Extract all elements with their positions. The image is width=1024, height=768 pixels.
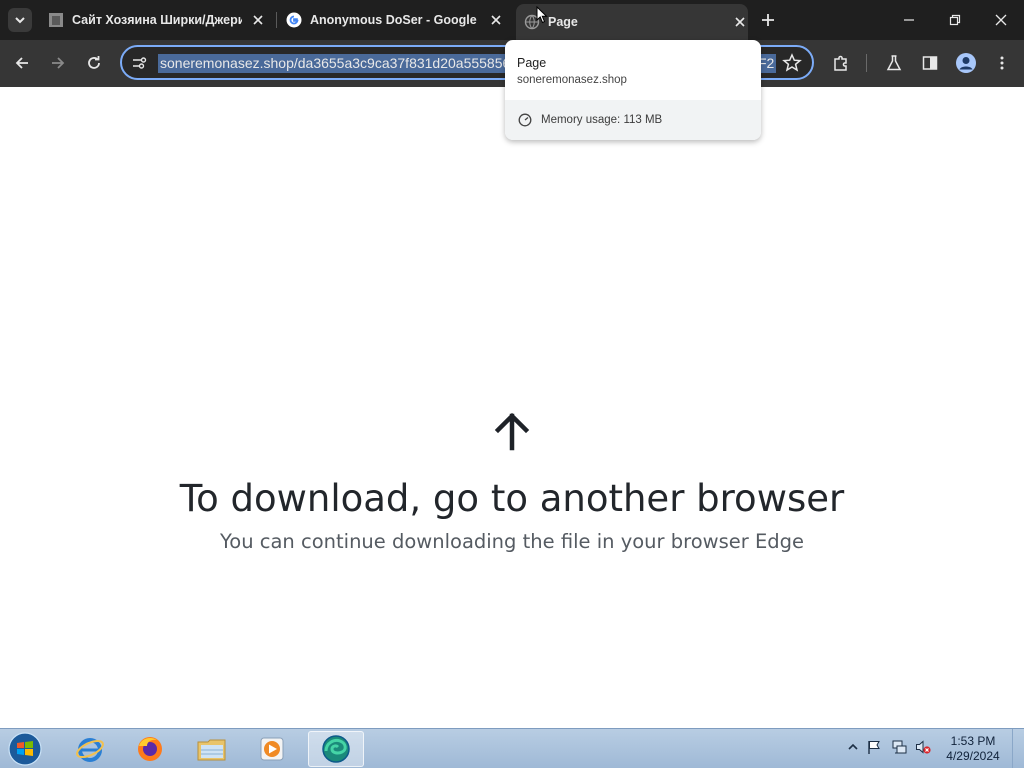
memory-usage-text: Memory usage: 113 MB xyxy=(541,114,663,126)
media-player-icon xyxy=(260,737,284,761)
hover-card-domain: soneremonasez.shop xyxy=(517,74,627,86)
reload-button[interactable] xyxy=(81,50,107,76)
taskbar-edge-active[interactable] xyxy=(308,731,364,767)
reload-icon xyxy=(88,56,100,69)
tab-title: Page xyxy=(548,15,578,29)
extensions-button[interactable] xyxy=(828,50,854,76)
side-panel-button[interactable] xyxy=(917,50,943,76)
windows-start-icon xyxy=(8,732,42,766)
flask-icon xyxy=(886,55,902,71)
memory-gauge-icon xyxy=(518,113,532,127)
avatar-icon xyxy=(956,53,976,73)
tab-hover-card: Page soneremonasez.shop Memory usage: 11… xyxy=(505,40,761,140)
clock-date: 4/29/2024 xyxy=(946,749,1000,763)
new-tab-button[interactable] xyxy=(758,10,778,30)
chevron-down-icon xyxy=(15,17,25,24)
mouse-cursor-icon xyxy=(536,6,548,24)
plus-icon xyxy=(762,14,774,26)
menu-button[interactable] xyxy=(989,50,1015,76)
page-headline: To download, go to another browser xyxy=(179,477,845,520)
labs-button[interactable] xyxy=(881,50,907,76)
page-icon xyxy=(49,13,63,27)
tab-strip: Сайт Хозяина Ширки/Джери Anonymous DoSer… xyxy=(0,0,1024,40)
profile-button[interactable] xyxy=(953,50,979,76)
firefox-icon xyxy=(138,737,162,761)
action-center-flag-icon[interactable] xyxy=(866,739,882,755)
hover-card-footer: Memory usage: 113 MB xyxy=(505,100,761,140)
tab-2[interactable]: Anonymous DoSer - Google Se xyxy=(286,4,504,36)
puzzle-icon xyxy=(834,55,847,71)
tab-1[interactable]: Сайт Хозяина Ширки/Джери xyxy=(48,4,266,36)
taskbar-ie[interactable] xyxy=(62,731,118,767)
minimize-icon xyxy=(904,19,914,21)
file-explorer-icon xyxy=(197,739,226,761)
start-button[interactable] xyxy=(6,731,44,767)
site-settings-icon[interactable] xyxy=(130,54,148,72)
close-icon[interactable] xyxy=(488,12,504,28)
close-window-button[interactable] xyxy=(978,0,1024,40)
bookmark-star-icon[interactable] xyxy=(782,53,802,73)
google-icon xyxy=(286,12,302,28)
volume-muted-icon[interactable] xyxy=(915,739,931,755)
page-subline: You can continue downloading the file in… xyxy=(219,530,805,553)
restore-icon xyxy=(949,14,961,26)
show-desktop-button[interactable] xyxy=(1012,729,1024,768)
arrow-up-icon xyxy=(494,412,530,451)
more-vertical-icon xyxy=(1000,56,1004,70)
restore-button[interactable] xyxy=(932,0,978,40)
tab-3-active[interactable]: Page xyxy=(516,4,748,40)
show-hidden-icons-icon[interactable] xyxy=(845,739,861,755)
taskbar-firefox[interactable] xyxy=(122,731,178,767)
taskbar-media-player[interactable] xyxy=(244,731,300,767)
forward-button[interactable] xyxy=(45,50,71,76)
clock-time: 1:53 PM xyxy=(950,734,996,748)
tab-search-button[interactable] xyxy=(8,8,32,32)
minimize-button[interactable] xyxy=(886,0,932,40)
taskbar-explorer[interactable] xyxy=(184,731,240,767)
tab-separator xyxy=(276,12,277,28)
network-icon[interactable] xyxy=(891,739,907,755)
tab-title: Anonymous DoSer - Google Se xyxy=(310,13,480,27)
page-content: To download, go to another browser You c… xyxy=(0,87,1024,728)
taskbar: 1:53 PM 4/29/2024 xyxy=(0,728,1024,768)
close-icon[interactable] xyxy=(250,12,266,28)
arrow-right-icon xyxy=(52,57,65,69)
system-clock[interactable]: 1:53 PM 4/29/2024 xyxy=(940,734,1006,764)
side-panel-icon xyxy=(922,56,938,70)
back-button[interactable] xyxy=(9,50,35,76)
hover-card-title: Page xyxy=(517,56,547,70)
edge-icon xyxy=(322,735,350,763)
arrow-left-icon xyxy=(15,57,28,69)
internet-explorer-icon xyxy=(76,738,104,762)
close-icon[interactable] xyxy=(732,14,748,30)
url-text[interactable]: soneremonasez.shop/da3655a3c9ca37f831d20… xyxy=(158,54,506,73)
close-icon xyxy=(995,14,1007,26)
toolbar-divider xyxy=(866,54,867,72)
tab-title: Сайт Хозяина Ширки/Джери xyxy=(72,13,242,27)
